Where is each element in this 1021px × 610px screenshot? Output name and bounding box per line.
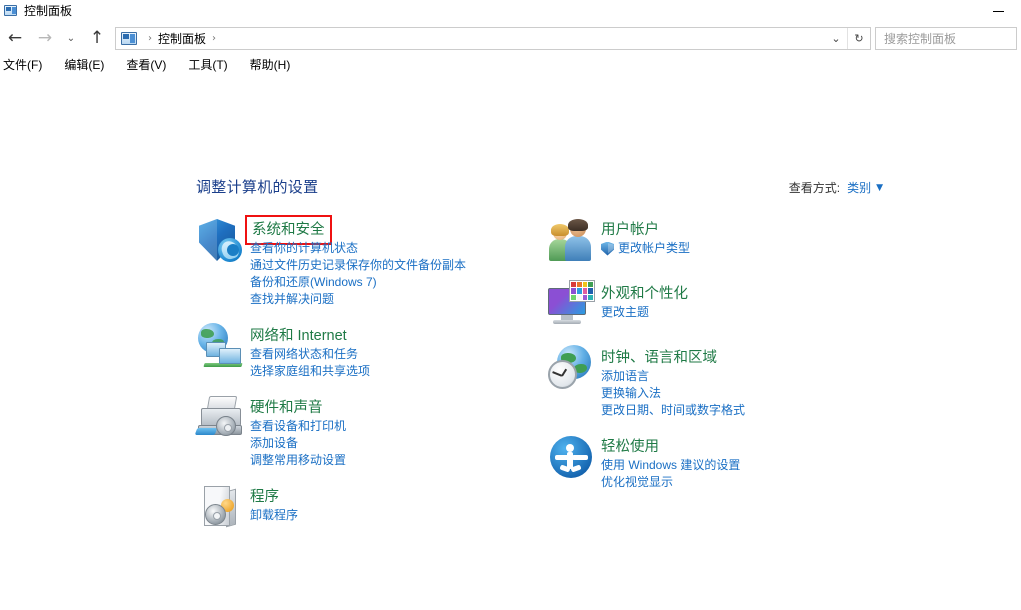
category-body: 系统和安全 查看你的计算机状态 通过文件历史记录保存你的文件备份副本 备份和还原… — [245, 215, 466, 308]
window-title: 控制面板 — [24, 4, 73, 18]
category-body: 程序 卸载程序 — [250, 483, 298, 533]
menu-bar: 文件(F) 编辑(E) 查看(V) 工具(T) 帮助(H) — [0, 54, 1021, 76]
view-by-value[interactable]: 类别 — [847, 179, 871, 196]
link-change-account-type-label: 更改帐户类型 — [618, 241, 691, 255]
minimize-button[interactable] — [976, 0, 1021, 22]
color-palette-icon — [569, 280, 595, 302]
arrow-left-icon: ← — [7, 27, 23, 48]
address-bar[interactable]: › 控制面板 › ⌄ ↻ — [115, 26, 871, 50]
minimize-icon — [993, 10, 1004, 12]
category-body: 网络和 Internet 查看网络状态和任务 选择家庭组和共享选项 — [250, 322, 370, 380]
link-backup-and-restore[interactable]: 备份和还原(Windows 7) — [250, 274, 466, 291]
content-area: 调整计算机的设置 查看方式: 类别 ▼ 系统和安全 查看你的计算机状态 通过文件… — [0, 76, 1021, 610]
link-view-computer-status[interactable]: 查看你的计算机状态 — [250, 240, 466, 257]
category-title-user-accounts[interactable]: 用户帐户 — [601, 220, 659, 240]
forward-button[interactable]: → — [30, 23, 60, 53]
category-body: 时钟、语言和区域 添加语言 更换输入法 更改日期、时间或数字格式 — [601, 344, 745, 419]
menu-item-file[interactable]: 文件(F) — [0, 54, 53, 76]
address-dropdown-button[interactable]: ⌄ — [825, 28, 847, 49]
arrow-up-icon: ↑ — [89, 27, 105, 48]
up-button[interactable]: ↑ — [82, 23, 112, 53]
category-body: 轻松使用 使用 Windows 建议的设置 优化视觉显示 — [601, 433, 740, 491]
category-body: 用户帐户 更改帐户类型 — [601, 216, 690, 266]
category-column-right: 用户帐户 更改帐户类型 外观和个性化 更改主题 时钟、语言和区域 添加语言 更换… — [547, 216, 967, 505]
category-title-appearance[interactable]: 外观和个性化 — [601, 284, 688, 304]
printer-icon — [194, 394, 246, 444]
link-change-account-type[interactable]: 更改帐户类型 — [601, 240, 690, 257]
menu-item-view[interactable]: 查看(V) — [115, 54, 177, 76]
category-title-clock-language-region[interactable]: 时钟、语言和区域 — [601, 348, 717, 368]
category-title-ease-of-access[interactable]: 轻松使用 — [601, 437, 659, 457]
window-title-bar: 控制面板 — [0, 0, 1021, 22]
category-ease-of-access[interactable]: 轻松使用 使用 Windows 建议的设置 优化视觉显示 — [547, 433, 967, 491]
menu-item-help[interactable]: 帮助(H) — [239, 54, 302, 76]
network-globe-icon — [196, 322, 246, 372]
clock-globe-icon — [547, 344, 597, 394]
arrow-right-icon: → — [37, 27, 53, 48]
uac-shield-icon — [601, 241, 614, 256]
view-by-control[interactable]: 查看方式: 类别 ▼ — [789, 179, 883, 196]
category-user-accounts[interactable]: 用户帐户 更改帐户类型 — [547, 216, 967, 266]
category-title-system-and-security[interactable]: 系统和安全 — [245, 215, 332, 245]
recent-locations-button[interactable]: ⌄ — [60, 23, 82, 53]
back-button[interactable]: ← — [0, 23, 30, 53]
monitor-palette-icon — [547, 280, 597, 330]
link-recommended-settings[interactable]: 使用 Windows 建议的设置 — [601, 457, 740, 474]
category-title-programs[interactable]: 程序 — [250, 487, 279, 507]
breadcrumb-item-control-panel[interactable]: 控制面板 — [158, 30, 206, 47]
link-uninstall-program[interactable]: 卸载程序 — [250, 507, 298, 524]
chevron-down-icon[interactable]: ▼ — [876, 183, 883, 193]
link-change-input-method[interactable]: 更换输入法 — [601, 385, 745, 402]
link-add-device[interactable]: 添加设备 — [250, 435, 346, 452]
refresh-icon: ↻ — [854, 31, 864, 45]
category-title-network-and-internet[interactable]: 网络和 Internet — [250, 326, 347, 346]
category-title-hardware-and-sound[interactable]: 硬件和声音 — [250, 398, 323, 418]
view-by-label: 查看方式: — [788, 181, 841, 195]
search-box[interactable]: 搜索控制面板 — [875, 26, 1017, 50]
link-homegroup-sharing[interactable]: 选择家庭组和共享选项 — [250, 363, 370, 380]
shield-icon — [196, 216, 246, 266]
link-add-language[interactable]: 添加语言 — [601, 368, 745, 385]
link-devices-and-printers[interactable]: 查看设备和打印机 — [250, 418, 346, 435]
breadcrumb-separator-icon-2[interactable]: › — [206, 33, 222, 44]
link-mobility-settings[interactable]: 调整常用移动设置 — [250, 452, 346, 469]
link-change-theme[interactable]: 更改主题 — [601, 304, 688, 321]
menu-item-edit[interactable]: 编辑(E) — [53, 54, 115, 76]
menu-item-tools[interactable]: 工具(T) — [177, 54, 238, 76]
category-appearance-and-personalization[interactable]: 外观和个性化 更改主题 — [547, 280, 967, 330]
link-troubleshoot[interactable]: 查找并解决问题 — [250, 291, 466, 308]
search-placeholder: 搜索控制面板 — [884, 31, 957, 46]
users-icon — [547, 216, 597, 266]
link-optimize-visual-display[interactable]: 优化视觉显示 — [601, 474, 740, 491]
breadcrumb-control-panel-icon — [121, 31, 137, 46]
window-controls — [976, 0, 1021, 22]
programs-box-icon — [196, 483, 246, 533]
link-network-status[interactable]: 查看网络状态和任务 — [250, 346, 370, 363]
link-file-history-backup[interactable]: 通过文件历史记录保存你的文件备份副本 — [250, 257, 466, 274]
page-title: 调整计算机的设置 — [196, 179, 319, 196]
category-body: 外观和个性化 更改主题 — [601, 280, 688, 330]
control-panel-icon — [4, 4, 18, 18]
chevron-down-icon: ⌄ — [831, 31, 841, 45]
category-body: 硬件和声音 查看设备和打印机 添加设备 调整常用移动设置 — [250, 394, 346, 469]
navigation-bar: ← → ⌄ ↑ › 控制面板 › ⌄ ↻ 搜索控制面板 — [0, 22, 1021, 54]
chevron-down-icon: ⌄ — [66, 32, 76, 44]
breadcrumb-separator-icon: › — [148, 32, 152, 44]
category-clock-language-region[interactable]: 时钟、语言和区域 添加语言 更换输入法 更改日期、时间或数字格式 — [547, 344, 967, 419]
ease-of-access-icon — [547, 433, 597, 483]
link-change-date-time-format[interactable]: 更改日期、时间或数字格式 — [601, 402, 745, 419]
refresh-button[interactable]: ↻ — [848, 28, 870, 49]
